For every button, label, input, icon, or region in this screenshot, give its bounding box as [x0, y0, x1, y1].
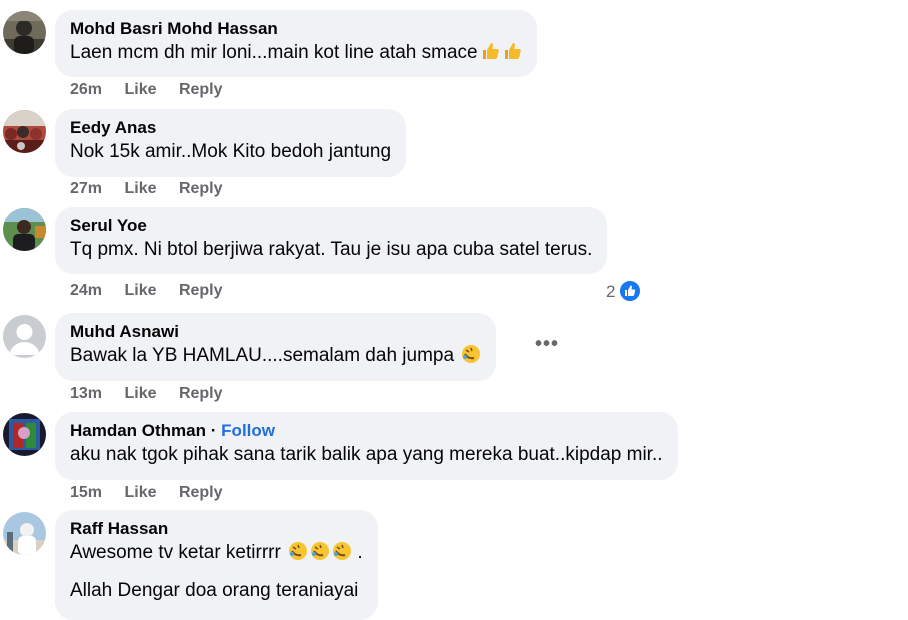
comment-text: Nok 15k amir..Mok Kito bedoh jantung — [70, 141, 392, 162]
comment-text: Awesome tv ketar ketirrrr — [70, 542, 281, 563]
avatar[interactable] — [3, 512, 46, 555]
timestamp[interactable]: 27m — [70, 180, 102, 197]
reply-button[interactable]: Reply — [179, 180, 223, 197]
avatar[interactable] — [3, 208, 46, 251]
thumbs-up-icon — [504, 43, 521, 59]
comment-bubble: Muhd Asnawi Bawak la YB HAMLAU....semala… — [55, 313, 497, 381]
rolling-laughing-icon — [311, 542, 330, 560]
comment-actions: 15m Like Reply — [70, 484, 241, 502]
comment-text: Tq pmx. Ni btol berjiwa rakyat. Tau je i… — [70, 239, 593, 260]
rolling-laughing-icon — [462, 345, 481, 363]
thumbs-up-icon — [482, 43, 499, 59]
reply-button[interactable]: Reply — [179, 385, 223, 402]
timestamp[interactable]: 24m — [70, 282, 102, 299]
like-button[interactable]: Like — [124, 385, 156, 402]
comment-text-second: Allah Dengar doa orang teraniayai — [70, 580, 359, 601]
comment-text: Bawak la YB HAMLAU....semalam dah jumpa — [70, 345, 455, 366]
comment-bubble: Mohd Basri Mohd Hassan Laen mcm dh mir l… — [55, 10, 537, 77]
separator-dot: · — [210, 421, 217, 440]
comment-text-line: Bawak la YB HAMLAU....semalam dah jumpa — [70, 343, 481, 369]
like-button[interactable]: Like — [124, 81, 156, 98]
reply-button[interactable]: Reply — [179, 81, 223, 98]
reaction-count[interactable]: 2 — [606, 282, 615, 302]
avatar[interactable] — [3, 413, 46, 456]
avatar[interactable] — [3, 110, 46, 153]
commenter-name[interactable]: Eedy Anas — [70, 117, 391, 139]
comment-bubble: Serul Yoe Tq pmx. Ni btol berjiwa rakyat… — [55, 207, 608, 274]
commenter-name[interactable]: Muhd Asnawi — [70, 321, 481, 343]
avatar[interactable] — [3, 11, 46, 54]
timestamp[interactable]: 13m — [70, 385, 102, 402]
timestamp[interactable]: 26m — [70, 81, 102, 98]
follow-button[interactable]: Follow — [221, 421, 275, 440]
timestamp[interactable]: 15m — [70, 484, 102, 501]
comment-bubble: Raff Hassan Awesome tv ketar ketirrrr . … — [55, 510, 378, 620]
comment-actions: 13m Like Reply — [70, 385, 241, 403]
reply-button[interactable]: Reply — [179, 282, 223, 299]
like-button[interactable]: Like — [124, 180, 156, 197]
commenter-header: Hamdan Othman · Follow — [70, 420, 663, 442]
reply-button[interactable]: Reply — [179, 484, 223, 501]
commenter-name[interactable]: Hamdan Othman — [70, 421, 206, 440]
comment-text: Laen mcm dh mir loni...main kot line ata… — [70, 42, 478, 63]
comment-actions: 27m Like Reply — [70, 180, 241, 198]
comment-text-end: . — [357, 542, 363, 563]
like-reaction-icon[interactable] — [618, 279, 642, 303]
commenter-name[interactable]: Mohd Basri Mohd Hassan — [70, 18, 522, 40]
like-button[interactable]: Like — [124, 484, 156, 501]
comment-bubble: Hamdan Othman · Follow aku nak tgok piha… — [55, 412, 678, 480]
more-options-label: ••• — [535, 333, 560, 355]
comment-actions: 26m Like Reply — [70, 81, 241, 99]
comment-text-line: Laen mcm dh mir loni...main kot line ata… — [70, 40, 522, 66]
comment-text: aku nak tgok pihak sana tarik balik apa … — [70, 444, 663, 465]
rolling-laughing-icon — [289, 542, 308, 560]
avatar[interactable] — [3, 315, 46, 358]
rolling-laughing-icon — [333, 542, 352, 560]
comment-actions: 24m Like Reply — [70, 282, 241, 300]
commenter-name[interactable]: Raff Hassan — [70, 518, 363, 540]
more-options-icon[interactable]: ••• — [535, 333, 559, 356]
comment-bubble: Eedy Anas Nok 15k amir..Mok Kito bedoh j… — [55, 109, 407, 177]
commenter-name[interactable]: Serul Yoe — [70, 215, 592, 237]
like-button[interactable]: Like — [124, 282, 156, 299]
comment-text-line: Awesome tv ketar ketirrrr . — [70, 540, 363, 566]
